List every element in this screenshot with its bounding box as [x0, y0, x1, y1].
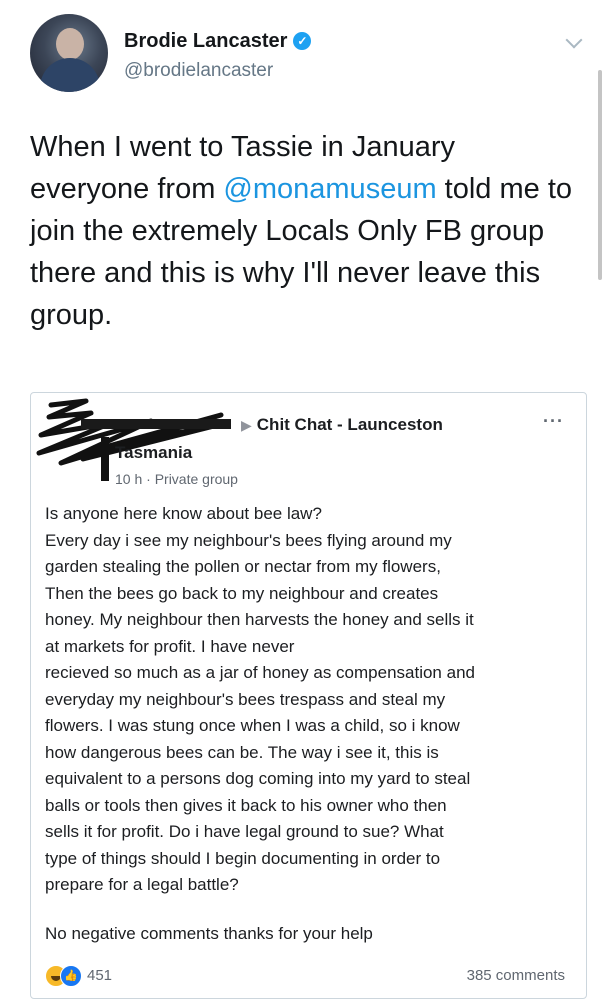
- post-line: prepare for a legal battle?: [45, 875, 239, 894]
- post-line: balls or tools then gives it back to his…: [45, 795, 447, 815]
- group-breadcrumb[interactable]: ▶ Chit Chat - Launceston: [241, 415, 443, 435]
- reaction-count[interactable]: 451: [87, 967, 112, 984]
- comments-count[interactable]: 385 comments: [467, 967, 565, 984]
- location-label: Tasmania: [115, 443, 193, 462]
- post-meta: 10 h · Private group: [115, 471, 238, 487]
- group-name: Chit Chat - Launceston: [256, 415, 443, 434]
- post-footer: 👍 451 385 comments: [45, 963, 565, 989]
- user-handle[interactable]: @brodielancaster: [124, 60, 273, 82]
- post-line: at markets for profit. I have never: [45, 636, 295, 656]
- like-reaction-icon[interactable]: 👍: [60, 965, 82, 987]
- chevron-down-icon[interactable]: [565, 31, 583, 49]
- verified-badge-icon: ✓: [293, 32, 312, 50]
- post-line: how dangerous bees can be. The way i see…: [45, 742, 439, 762]
- post-line: Is anyone here know about bee law?: [45, 504, 322, 523]
- post-line: honey. My neighbour then harvests the ho…: [45, 610, 474, 629]
- display-name[interactable]: Brodie Lancaster ✓: [124, 30, 312, 53]
- tweet-text: When I went to Tassie in January everyon…: [30, 126, 575, 336]
- post-line: Every day i see my neighbour's bees flyi…: [45, 530, 452, 550]
- post-line: equivalent to a persons dog coming into …: [45, 769, 471, 788]
- post-line: everyday my neighbour's bees trespass an…: [45, 689, 446, 709]
- post-line: type of things should I begin documentin…: [45, 848, 441, 868]
- facebook-post-screenshot: ▶ Chit Chat - Launceston Tasmania 10 h · …: [30, 392, 587, 999]
- post-line: Then the bees go back to my neighbour an…: [45, 583, 439, 603]
- post-line: garden stealing the pollen or nectar fro…: [45, 557, 441, 576]
- breadcrumb-arrow-icon: ▶: [241, 417, 252, 433]
- post-line: recieved so much as a jar of honey as co…: [45, 663, 475, 682]
- post-line: flowers. I was stung once when I was a c…: [45, 716, 460, 735]
- avatar-body: [40, 58, 100, 92]
- closing-line: No negative comments thanks for your hel…: [45, 923, 373, 943]
- display-name-text: Brodie Lancaster: [124, 30, 288, 52]
- mention-link[interactable]: @monamuseum: [223, 173, 436, 205]
- scrollbar[interactable]: [598, 70, 602, 280]
- avatar-face: [56, 28, 84, 60]
- post-body: Is anyone here know about bee law? Every…: [45, 501, 575, 947]
- more-options-icon[interactable]: ···: [543, 411, 564, 432]
- avatar[interactable]: [30, 14, 108, 92]
- tweet-header: Brodie Lancaster ✓ @brodielancaster: [30, 14, 590, 96]
- post-line: sells it for profit. Do i have legal gro…: [45, 822, 444, 841]
